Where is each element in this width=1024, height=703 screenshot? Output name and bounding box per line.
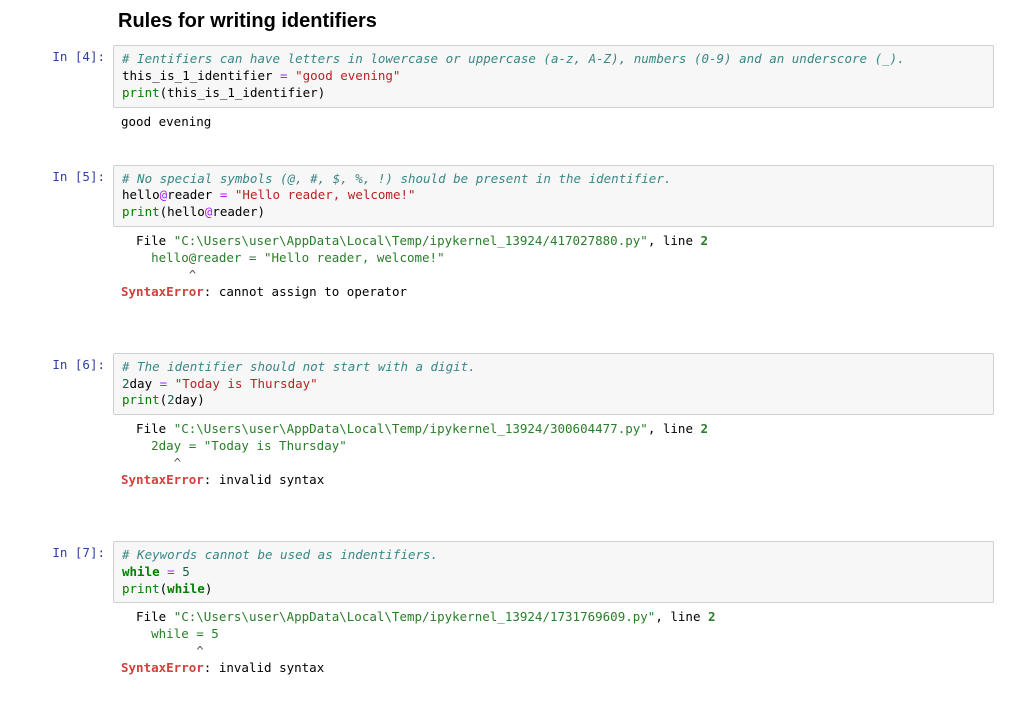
code-comment: # Keywords cannot be used as indentifier… [122,547,438,562]
tb-file-path: "C:\Users\user\AppData\Local\Temp/ipyker… [174,609,656,624]
output-cell-4: good evening [10,110,994,145]
tb-file-lead: File [121,609,174,624]
tb-caret: ^ [121,643,204,658]
code-token: ) [318,85,326,100]
output-cell-5: File "C:\Users\user\AppData\Local\Temp/i… [10,229,994,315]
tb-error-sep: : [204,284,219,299]
tb-error-name: SyntaxError [121,660,204,675]
code-token: = [212,187,235,202]
page-heading: Rules for writing identifiers [118,10,994,33]
stdout-output: good evening [113,110,994,145]
tb-file-tail: , line [648,421,701,436]
code-token: = [152,376,175,391]
code-token: "Hello reader, welcome!" [235,187,416,202]
code-token: reader [167,187,212,202]
tb-error-msg: cannot assign to operator [219,284,407,299]
tb-caret: ^ [121,455,181,470]
tb-code-line: 2day = "Today is Thursday" [121,438,347,453]
code-token: this_is_1_identifier [122,68,273,83]
tb-file-path: "C:\Users\user\AppData\Local\Temp/ipyker… [174,421,648,436]
output-prompt [10,229,113,233]
code-token: = [273,68,296,83]
code-input[interactable]: # No special symbols (@, #, $, %, !) sho… [113,165,994,228]
code-input[interactable]: # Keywords cannot be used as indentifier… [113,541,994,604]
code-input[interactable]: # The identifier should not start with a… [113,353,994,416]
tb-error-msg: invalid syntax [219,660,324,675]
code-token: this_is_1_identifier [167,85,318,100]
tb-caret: ^ [121,267,196,282]
code-token: ) [258,204,266,219]
input-prompt: In [5]: [10,165,113,184]
output-prompt [10,417,113,421]
code-token: reader [212,204,257,219]
code-token: ) [197,392,205,407]
input-prompt: In [6]: [10,353,113,372]
code-cell-7: In [7]: # Keywords cannot be used as ind… [10,541,994,604]
traceback-output: File "C:\Users\user\AppData\Local\Temp/i… [113,605,994,691]
code-token: "good evening" [295,68,400,83]
code-token: day [175,392,198,407]
code-comment: # Ientifiers can have letters in lowerca… [122,51,905,66]
tb-error-sep: : [204,660,219,675]
traceback-output: File "C:\Users\user\AppData\Local\Temp/i… [113,417,994,503]
code-comment: # No special symbols (@, #, $, %, !) sho… [122,171,671,186]
tb-line-number: 2 [701,421,709,436]
tb-line-number: 2 [708,609,716,624]
tb-code-line: hello@reader = "Hello reader, welcome!" [121,250,445,265]
code-cell-5: In [5]: # No special symbols (@, #, $, %… [10,165,994,228]
code-token: 2 [122,376,130,391]
code-input[interactable]: # Ientifiers can have letters in lowerca… [113,45,994,108]
code-token: 2 [167,392,175,407]
tb-error-sep: : [204,472,219,487]
input-prompt: In [4]: [10,45,113,64]
code-token: ) [205,581,213,596]
code-token: print [122,204,160,219]
tb-file-path: "C:\Users\user\AppData\Local\Temp/ipyker… [174,233,648,248]
code-token: hello [122,187,160,202]
tb-error-msg: invalid syntax [219,472,324,487]
code-token: "Today is Thursday" [175,376,318,391]
output-prompt [10,605,113,609]
code-cell-6: In [6]: # The identifier should not star… [10,353,994,416]
tb-code-line: while = 5 [121,626,219,641]
code-token: = [160,564,183,579]
tb-line-number: 2 [701,233,709,248]
tb-file-lead: File [121,233,174,248]
tb-file-tail: , line [648,233,701,248]
output-prompt [10,110,113,114]
code-token: while [122,564,160,579]
code-token: print [122,581,160,596]
code-comment: # The identifier should not start with a… [122,359,476,374]
code-cell-4: In [4]: # Ientifiers can have letters in… [10,45,994,108]
tb-file-tail: , line [655,609,708,624]
code-token: day [130,376,153,391]
output-cell-7: File "C:\Users\user\AppData\Local\Temp/i… [10,605,994,691]
code-token: while [167,581,205,596]
code-token: hello [167,204,205,219]
output-cell-6: File "C:\Users\user\AppData\Local\Temp/i… [10,417,994,503]
traceback-output: File "C:\Users\user\AppData\Local\Temp/i… [113,229,994,315]
tb-error-name: SyntaxError [121,472,204,487]
code-token: print [122,85,160,100]
code-token: print [122,392,160,407]
input-prompt: In [7]: [10,541,113,560]
tb-file-lead: File [121,421,174,436]
tb-error-name: SyntaxError [121,284,204,299]
code-token: 5 [182,564,190,579]
